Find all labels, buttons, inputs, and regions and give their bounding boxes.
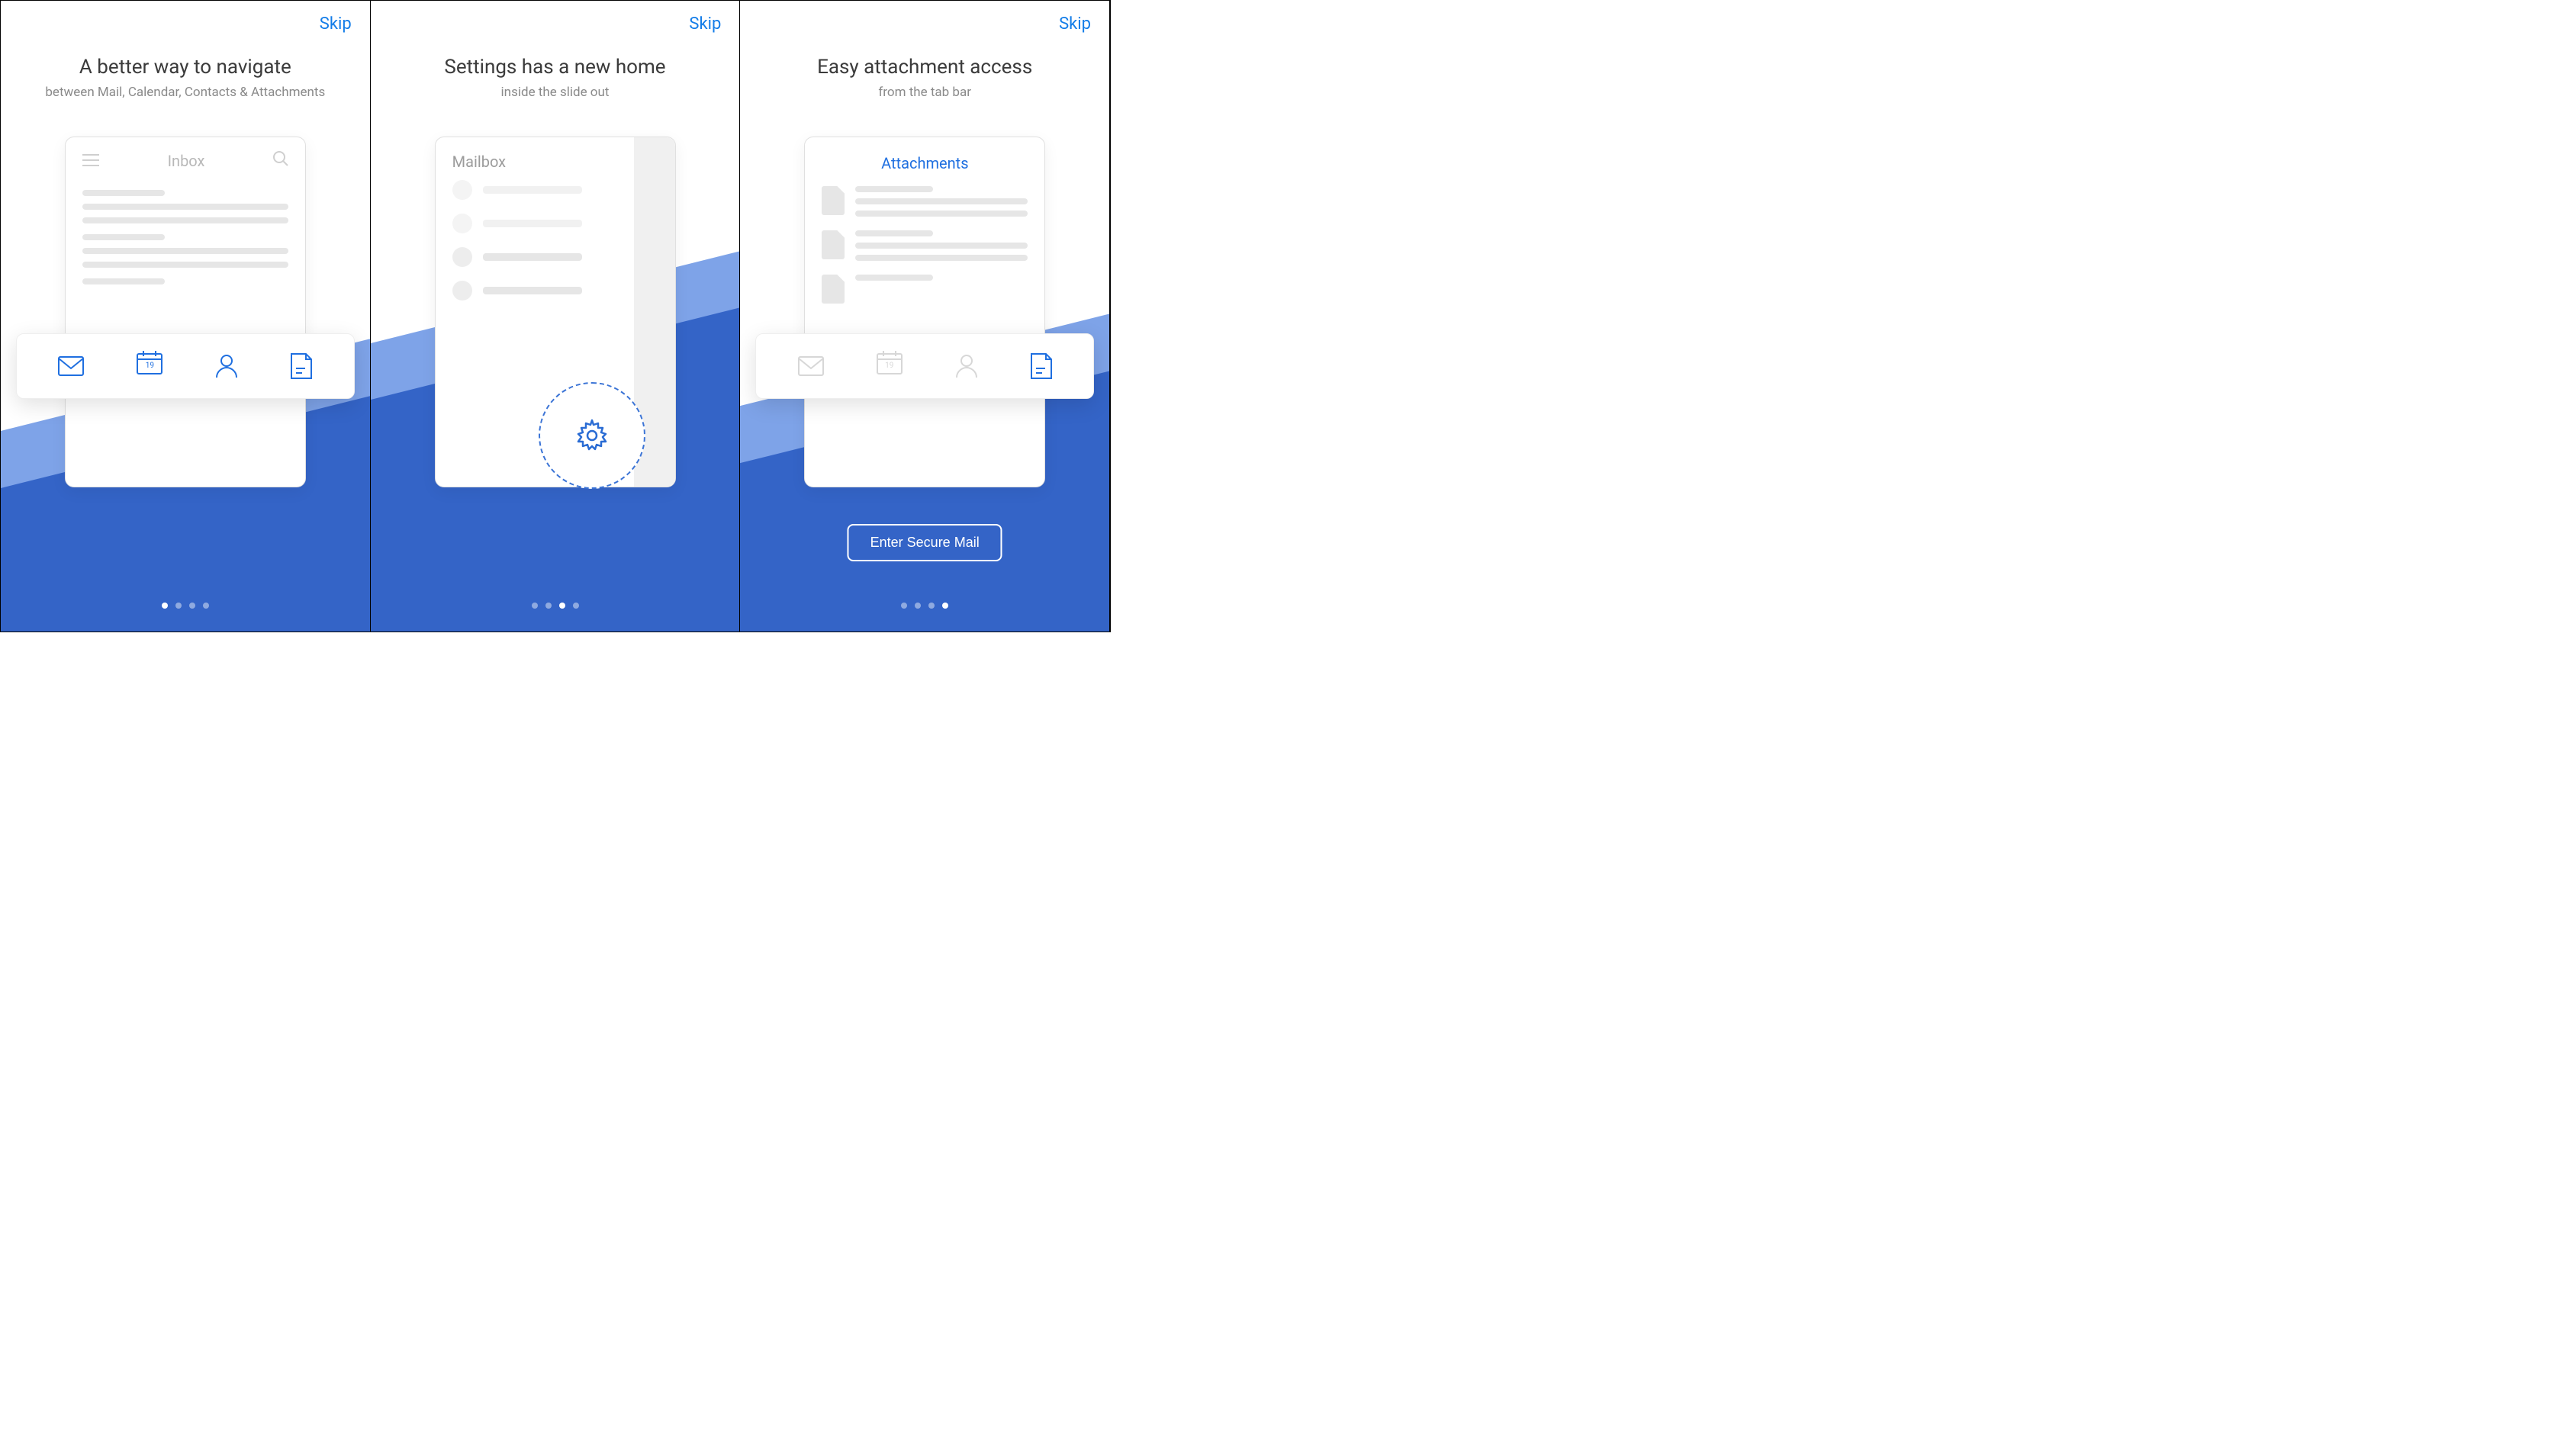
card-header: Inbox bbox=[66, 137, 305, 176]
card-title: Attachments bbox=[805, 137, 1044, 180]
tab-calendar[interactable]: 19 bbox=[137, 350, 162, 383]
page-dot[interactable] bbox=[928, 603, 935, 609]
page-dot[interactable] bbox=[559, 603, 565, 609]
headline: Easy attachment access from the tab bar bbox=[740, 56, 1109, 100]
page-dots bbox=[740, 603, 1109, 609]
mockup-card-inbox: Inbox bbox=[65, 137, 306, 487]
onboarding-panel-navigate: Skip A better way to navigate between Ma… bbox=[1, 1, 371, 632]
skip-button[interactable]: Skip bbox=[320, 14, 352, 34]
page-dot[interactable] bbox=[915, 603, 921, 609]
headline-subtitle: from the tab bar bbox=[740, 85, 1109, 100]
page-dot[interactable] bbox=[189, 603, 195, 609]
page-dots bbox=[371, 603, 740, 609]
tab-mail[interactable] bbox=[58, 356, 84, 376]
placeholder-block bbox=[82, 278, 288, 284]
tab-mail[interactable] bbox=[798, 356, 824, 376]
attachment-row bbox=[822, 186, 1028, 217]
file-doc-icon bbox=[822, 275, 845, 304]
tab-bar: 19 bbox=[755, 333, 1094, 399]
menu-icon bbox=[82, 152, 99, 170]
placeholder-row bbox=[452, 281, 658, 301]
calendar-day: 19 bbox=[877, 362, 903, 370]
calendar-day: 19 bbox=[137, 362, 162, 370]
enter-secure-mail-button[interactable]: Enter Secure Mail bbox=[848, 524, 1002, 561]
file-image-icon bbox=[822, 230, 845, 259]
placeholder-block bbox=[82, 190, 288, 223]
attachment-row bbox=[822, 230, 1028, 261]
page-dot[interactable] bbox=[203, 603, 209, 609]
placeholder-row bbox=[452, 214, 658, 233]
onboarding-panel-settings: Skip Settings has a new home inside the … bbox=[371, 1, 741, 632]
headline-title: Settings has a new home bbox=[371, 56, 740, 79]
headline: A better way to navigate between Mail, C… bbox=[1, 56, 370, 100]
page-dot[interactable] bbox=[162, 603, 168, 609]
headline-subtitle: between Mail, Calendar, Contacts & Attac… bbox=[1, 85, 370, 100]
tab-contacts[interactable] bbox=[215, 354, 238, 378]
page-dots bbox=[1, 603, 370, 609]
skip-button[interactable]: Skip bbox=[689, 14, 721, 34]
attachment-row bbox=[822, 275, 1028, 304]
tab-contacts[interactable] bbox=[955, 354, 978, 378]
tab-calendar[interactable]: 19 bbox=[877, 350, 903, 383]
placeholder-row bbox=[452, 247, 658, 267]
page-dot[interactable] bbox=[175, 603, 182, 609]
mockup-card-attachments: Attachments bbox=[804, 137, 1045, 487]
page-dot[interactable] bbox=[573, 603, 579, 609]
settings-gear-highlight[interactable] bbox=[539, 382, 645, 489]
tab-attachments[interactable] bbox=[1031, 353, 1052, 379]
search-icon bbox=[273, 151, 288, 170]
headline-subtitle: inside the slide out bbox=[371, 85, 740, 100]
placeholder-block bbox=[82, 234, 288, 268]
tab-bar: 19 bbox=[16, 333, 355, 399]
file-pdf-icon bbox=[822, 186, 845, 215]
card-title: Inbox bbox=[168, 152, 205, 170]
onboarding-panel-attachments: Skip Easy attachment access from the tab… bbox=[740, 1, 1110, 632]
page-dot[interactable] bbox=[901, 603, 907, 609]
headline-title: Easy attachment access bbox=[740, 56, 1109, 79]
headline-title: A better way to navigate bbox=[1, 56, 370, 79]
page-dot[interactable] bbox=[942, 603, 948, 609]
page-dot[interactable] bbox=[532, 603, 538, 609]
page-dot[interactable] bbox=[545, 603, 552, 609]
headline: Settings has a new home inside the slide… bbox=[371, 56, 740, 100]
tab-attachments[interactable] bbox=[291, 353, 312, 379]
placeholder-row bbox=[452, 180, 658, 200]
skip-button[interactable]: Skip bbox=[1059, 14, 1091, 34]
